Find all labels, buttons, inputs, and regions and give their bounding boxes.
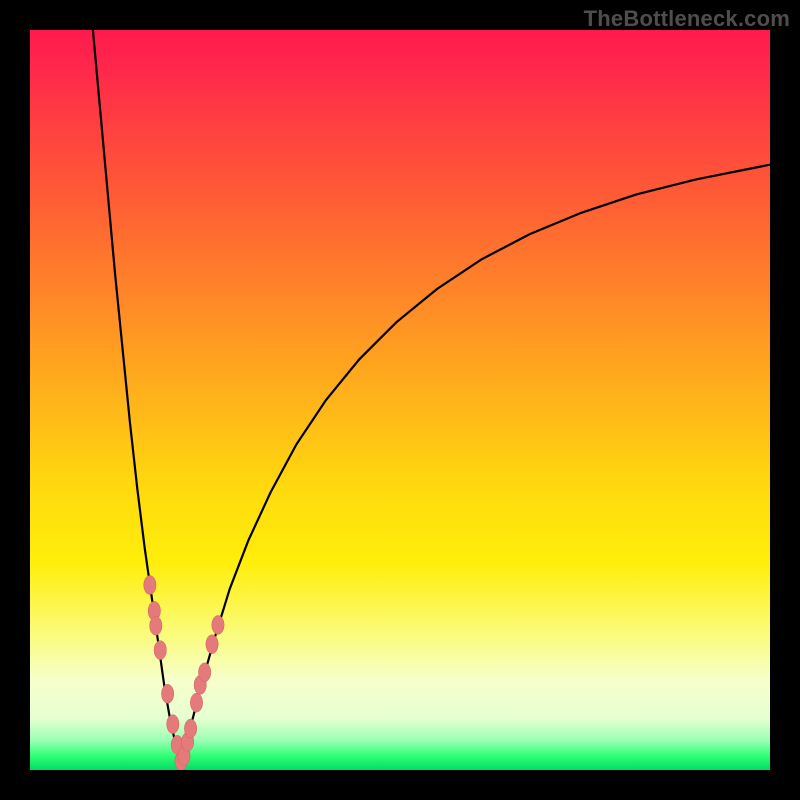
watermark-label: TheBottleneck.com <box>584 6 790 32</box>
data-marker <box>144 576 156 595</box>
data-marker <box>206 635 218 654</box>
plot-area <box>30 30 770 770</box>
data-marker <box>184 719 196 738</box>
data-marker <box>198 663 210 682</box>
marker-group <box>144 576 224 771</box>
data-marker <box>212 615 224 634</box>
right-branch-curve <box>180 165 770 766</box>
data-marker <box>154 641 166 660</box>
chart-root: TheBottleneck.com <box>0 0 800 800</box>
data-marker <box>167 715 179 734</box>
left-branch-curve <box>93 30 180 766</box>
curve-layer <box>30 30 770 770</box>
data-marker <box>190 693 202 712</box>
data-marker <box>150 616 162 635</box>
data-marker <box>161 684 173 703</box>
